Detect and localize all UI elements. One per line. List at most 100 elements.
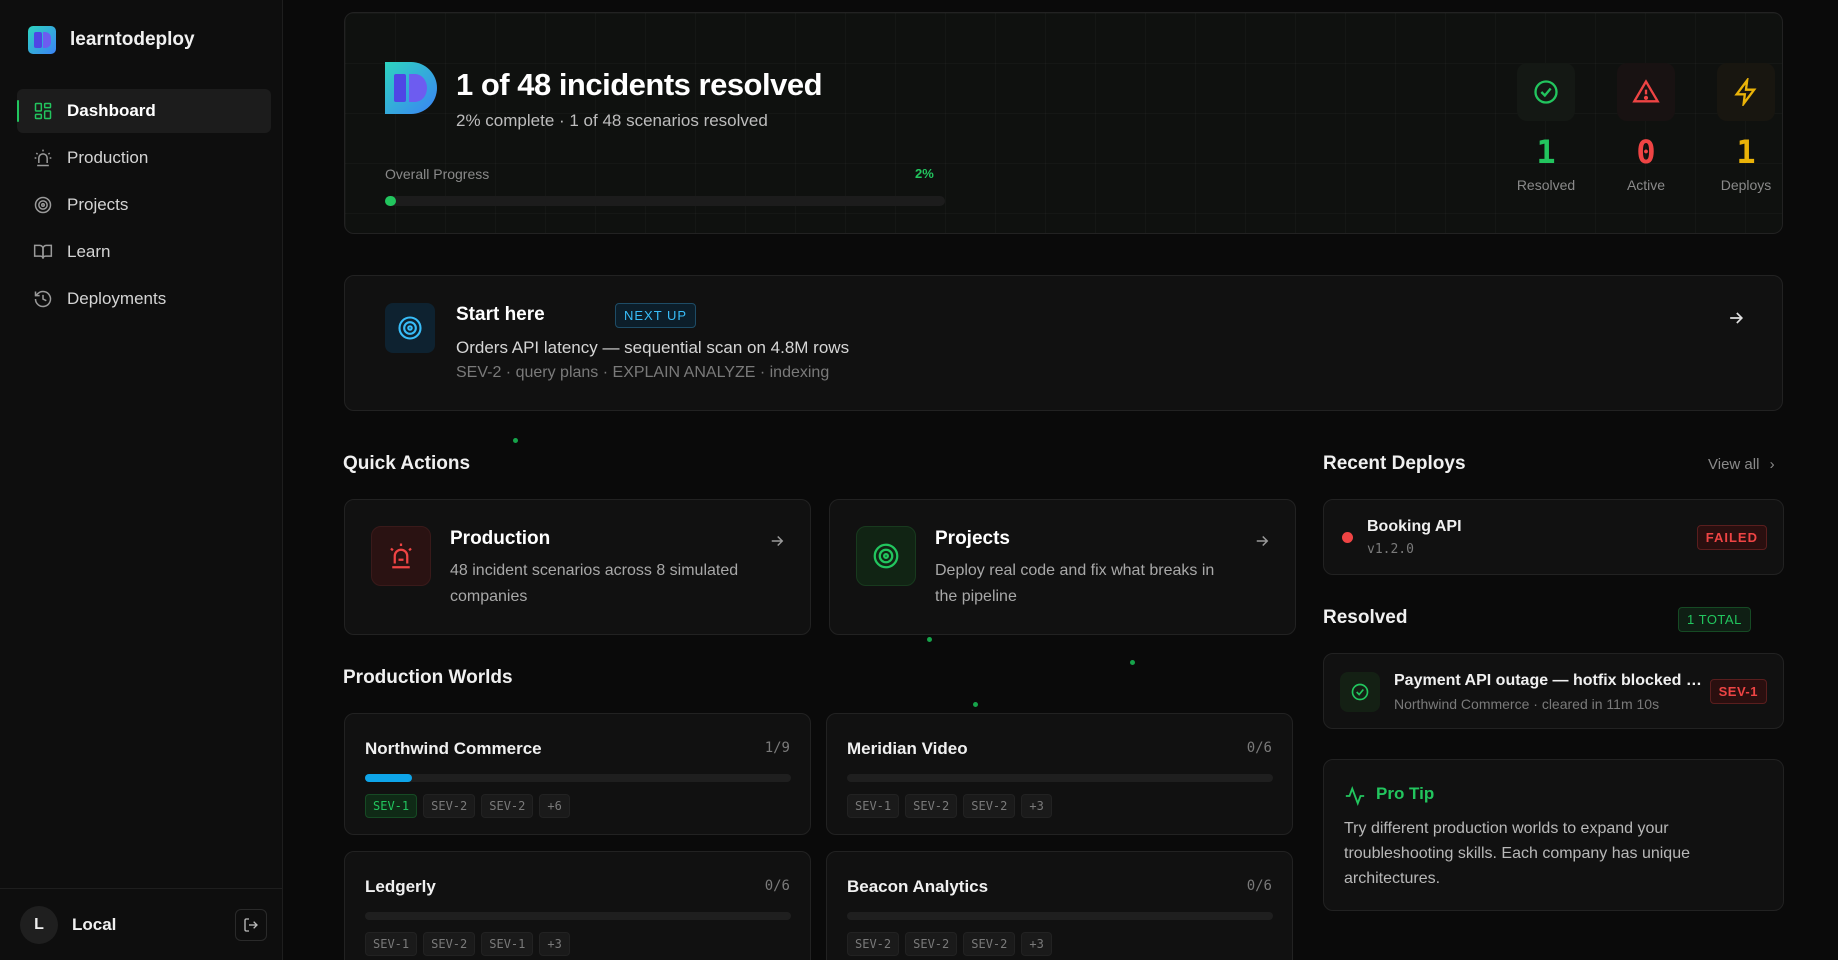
sidebar-item-learn[interactable]: Learn — [17, 230, 271, 274]
overall-progress-bar — [385, 196, 945, 206]
target-icon — [34, 196, 52, 214]
sidebar-item-projects[interactable]: Projects — [17, 183, 271, 227]
world-progress-fill — [365, 774, 412, 782]
severity-chips: SEV-1 SEV-2 SEV-1 +3 — [365, 932, 570, 956]
progress-hero: 1 of 48 incidents resolved 2% complete ·… — [344, 12, 1783, 234]
severity-chips: SEV-1 SEV-2 SEV-2 +3 — [847, 794, 1052, 818]
check-circle-icon — [1517, 63, 1575, 121]
quick-action-title: Production — [450, 528, 551, 549]
severity-chip: SEV-1 — [481, 932, 534, 956]
world-card-northwind[interactable]: Northwind Commerce 1/9 SEV-1 SEV-2 SEV-2… — [344, 713, 811, 835]
sidebar-item-deployments[interactable]: Deployments — [17, 277, 271, 321]
target-icon — [856, 526, 916, 586]
severity-chip: +6 — [539, 794, 570, 818]
overall-progress-fill — [385, 196, 397, 206]
severity-chips: SEV-1 SEV-2 SEV-2 +6 — [365, 794, 570, 818]
resolved-count-badge: 1 TOTAL — [1678, 607, 1751, 632]
world-progress-bar — [365, 912, 791, 920]
stat-resolved: 1 Resolved — [1496, 63, 1596, 193]
recent-deploys-title: Recent Deploys — [1323, 453, 1466, 474]
alert-triangle-icon — [1617, 63, 1675, 121]
pro-tip-card: Pro Tip Try different production worlds … — [1323, 759, 1784, 911]
view-all-link[interactable]: View all › — [1708, 456, 1775, 473]
sidebar: learntodeploy Dashboard Production Proje… — [0, 0, 283, 960]
production-worlds-title: Production Worlds — [343, 667, 513, 688]
brand[interactable]: learntodeploy — [28, 26, 195, 54]
world-card-meridian[interactable]: Meridian Video 0/6 SEV-1 SEV-2 SEV-2 +3 — [826, 713, 1293, 835]
deploy-item[interactable]: Booking API v1.2.0 FAILED — [1323, 499, 1784, 575]
severity-chip: SEV-2 — [963, 932, 1016, 956]
severity-chip: SEV-2 — [423, 794, 476, 818]
arrow-right-icon — [771, 535, 784, 547]
logout-button[interactable] — [235, 909, 267, 941]
avatar[interactable]: L — [20, 905, 58, 944]
sidebar-item-production[interactable]: Production — [17, 136, 271, 180]
book-icon — [33, 244, 53, 259]
stat-label: Resolved — [1516, 177, 1576, 193]
user-name: Local — [72, 914, 117, 934]
sidebar-item-label: Dashboard — [67, 101, 156, 120]
resolved-title: Payment API outage — hotfix blocked by f… — [1394, 672, 1704, 689]
sidebar-nav: Dashboard Production Projects Learn Depl… — [17, 89, 271, 324]
severity-chip: SEV-2 — [423, 932, 476, 956]
world-name: Ledgerly — [365, 877, 436, 896]
sidebar-item-label: Learn — [67, 242, 111, 261]
world-progress-bar — [365, 774, 791, 782]
world-count: 0/6 — [764, 878, 790, 894]
severity-badge: SEV-1 — [1709, 679, 1767, 704]
quick-action-description: Deploy real code and fix what breaks in … — [935, 562, 1215, 605]
sidebar-item-dashboard[interactable]: Dashboard — [17, 89, 271, 133]
sidebar-item-label: Projects — [67, 195, 129, 214]
start-here-card[interactable]: Start here NEXT UP Orders API latency — … — [344, 275, 1783, 411]
check-circle-icon — [1340, 672, 1380, 712]
start-title: Start here — [456, 304, 545, 325]
siren-icon — [371, 526, 431, 586]
severity-chip: +3 — [539, 932, 570, 956]
severity-chip: SEV-2 — [481, 794, 534, 818]
hero-title: 1 of 48 incidents resolved — [456, 67, 823, 102]
status-badge: FAILED — [1696, 525, 1767, 550]
stat-active: 0 Active — [1596, 63, 1696, 193]
decorative-dot — [973, 702, 978, 707]
stat-label: Deploys — [1720, 177, 1772, 193]
arrow-right-icon — [1730, 312, 1744, 324]
severity-chip: SEV-2 — [905, 932, 958, 956]
quick-action-description: 48 incident scenarios across 8 simulated… — [450, 562, 739, 605]
world-name: Beacon Analytics — [847, 877, 989, 896]
world-progress-bar — [847, 912, 1273, 920]
severity-chip: SEV-1 — [365, 794, 418, 818]
world-card-ledgerly[interactable]: Ledgerly 0/6 SEV-1 SEV-2 SEV-1 +3 — [344, 851, 811, 960]
resolved-title: Resolved — [1323, 607, 1408, 628]
status-dot — [1342, 532, 1353, 543]
quick-action-production[interactable]: Production 48 incident scenarios across … — [344, 499, 811, 635]
decorative-dot — [1130, 660, 1135, 665]
chevron-right-icon: › — [1769, 456, 1775, 473]
grid-icon — [34, 102, 52, 120]
quick-action-projects[interactable]: Projects Deploy real code and fix what b… — [829, 499, 1296, 635]
hero-subtitle: 2% complete · 1 of 48 scenarios resolved — [456, 111, 768, 130]
start-description: Orders API latency — sequential scan on … — [456, 338, 850, 357]
world-count: 1/9 — [764, 740, 790, 756]
brand-name: learntodeploy — [70, 29, 195, 50]
stat-value: 1 — [1536, 133, 1556, 171]
world-progress-bar — [847, 774, 1273, 782]
pro-tip-body: Try different production worlds to expan… — [1344, 820, 1690, 887]
world-card-beacon[interactable]: Beacon Analytics 0/6 SEV-2 SEV-2 SEV-2 +… — [826, 851, 1293, 960]
sidebar-item-label: Deployments — [67, 289, 167, 308]
stat-deploys: 1 Deploys — [1696, 63, 1782, 193]
stat-value: 0 — [1636, 133, 1656, 171]
severity-chip: SEV-1 — [365, 932, 418, 956]
severity-chip: SEV-2 — [905, 794, 958, 818]
deploy-version: v1.2.0 — [1367, 542, 1414, 557]
logout-icon — [244, 918, 258, 932]
deploy-name: Booking API — [1367, 518, 1462, 535]
brand-logo — [28, 26, 56, 54]
world-name: Meridian Video — [847, 739, 968, 758]
severity-chip: SEV-1 — [847, 794, 900, 818]
severity-chip: +3 — [1021, 932, 1052, 956]
view-all-label: View all — [1708, 456, 1760, 473]
resolved-item[interactable]: Payment API outage — hotfix blocked by f… — [1323, 653, 1784, 729]
main-content: 1 of 48 incidents resolved 2% complete ·… — [283, 0, 1838, 960]
lightning-icon — [1717, 63, 1775, 121]
quick-action-title: Projects — [935, 528, 1010, 549]
